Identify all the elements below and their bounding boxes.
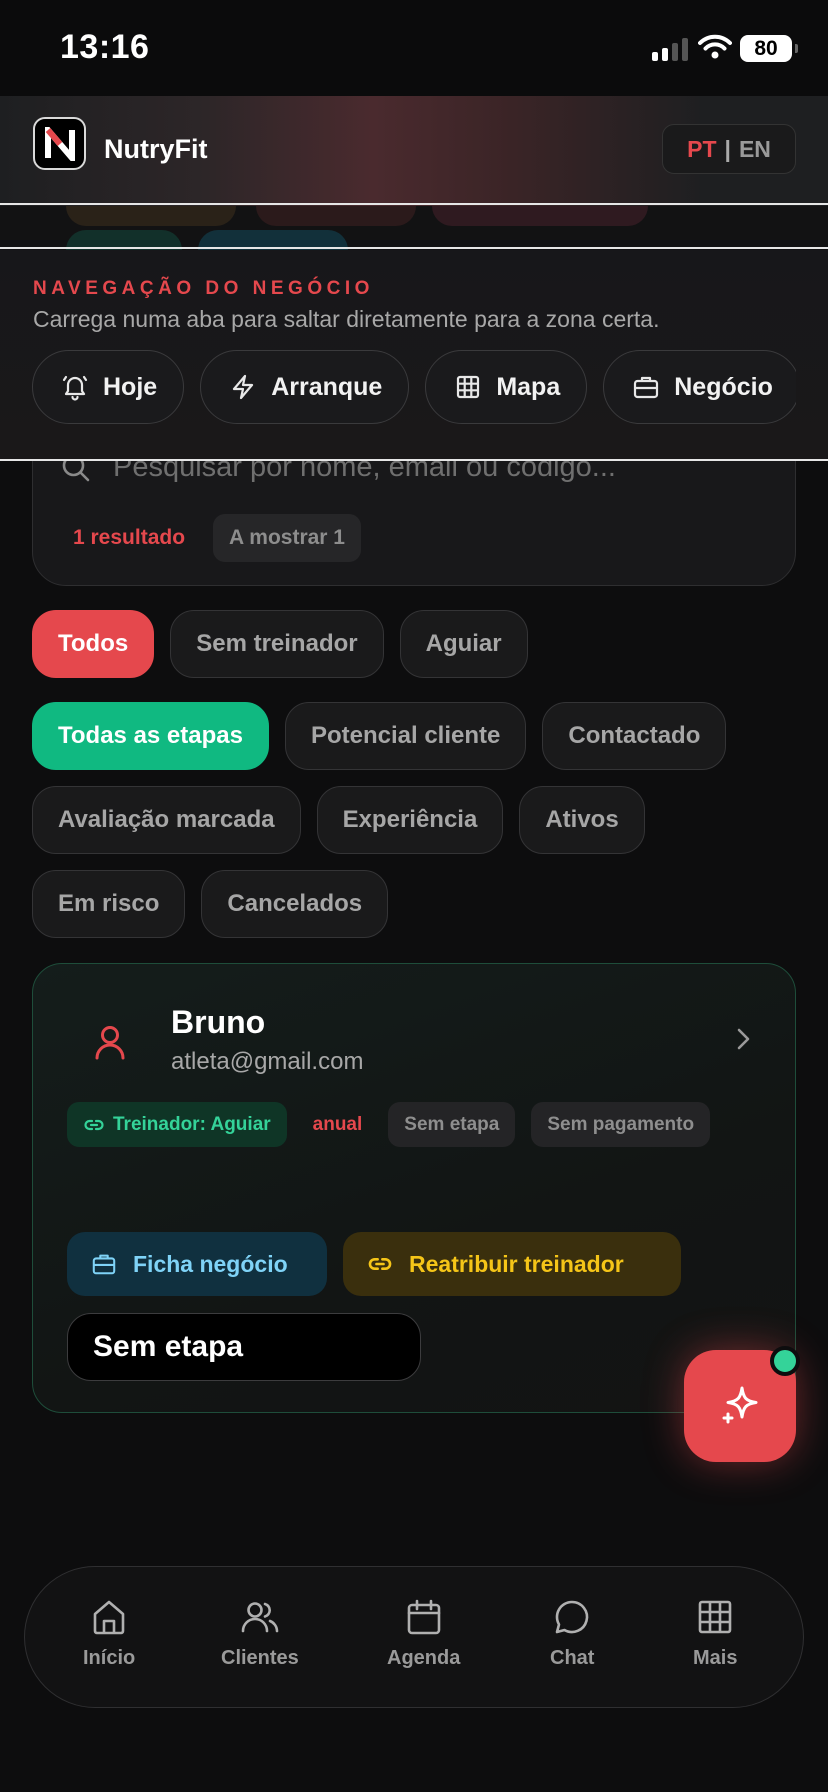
language-switcher[interactable]: PT | EN: [662, 124, 796, 174]
briefcase-icon: [634, 376, 659, 399]
client-email: atleta@gmail.com: [171, 1048, 364, 1075]
app-header: NutryFit PT | EN: [0, 96, 828, 206]
result-count: 1 resultado: [73, 526, 186, 549]
nav-clientes[interactable]: Clientes: [221, 1597, 299, 1670]
stage-avaliacao-marcada[interactable]: Avaliação marcada: [32, 786, 301, 854]
grid-icon: [698, 1600, 732, 1634]
peek-pill: [432, 206, 648, 226]
scrolled-content-peek: [0, 206, 828, 250]
business-nav-title: NAVEGAÇÃO DO NEGÓCIO: [33, 278, 374, 299]
stage-filter-row: Todas as etapas Potencial cliente Contac…: [32, 702, 727, 770]
calendar-icon: [407, 1599, 440, 1635]
stage-ativos[interactable]: Ativos: [519, 786, 645, 854]
business-navigation: NAVEGAÇÃO DO NEGÓCIO Carrega numa aba pa…: [0, 250, 828, 460]
business-nav-subtitle: Carrega numa aba para saltar diretamente…: [33, 306, 660, 332]
stage-todas-as-etapas[interactable]: Todas as etapas: [32, 702, 269, 770]
home-icon: [93, 1600, 125, 1635]
nav-label: Início: [83, 1647, 136, 1669]
bell-icon: [62, 375, 88, 401]
peek-pill: [256, 206, 416, 226]
grid-icon: [457, 375, 480, 399]
nav-mais[interactable]: Mais: [693, 1597, 737, 1670]
lang-en[interactable]: EN: [739, 136, 771, 163]
stage-potencial-cliente[interactable]: Potencial cliente: [284, 702, 527, 770]
nav-label: Agenda: [387, 1647, 461, 1669]
app-logo: [33, 117, 86, 170]
tab-negocio[interactable]: Negócio: [603, 350, 796, 424]
stage-em-risco[interactable]: Em risco: [32, 870, 186, 938]
reassign-trainer-label: Reatribuir treinador: [409, 1250, 624, 1277]
stage-tag: Sem etapa: [388, 1102, 516, 1147]
plan-tag: anual: [312, 1113, 363, 1135]
client-actions: Ficha negócio Reatribuir treinador: [67, 1232, 681, 1296]
client-tags: Treinador: Aguiar anual Sem etapa Sem pa…: [67, 1102, 767, 1147]
divider: [0, 459, 828, 461]
showing-count: A mostrar 1: [213, 514, 361, 562]
status-bar: 13:16 80: [0, 0, 828, 96]
divider: [0, 247, 828, 249]
stage-cancelados[interactable]: Cancelados: [201, 870, 389, 938]
bolt-icon: [233, 374, 254, 400]
link-icon: [84, 1119, 104, 1130]
divider: [0, 203, 828, 205]
client-name: Bruno: [171, 1004, 266, 1040]
tab-label: Mapa: [496, 372, 561, 401]
stage-filter-row: Avaliação marcada Experiência Ativos: [32, 786, 645, 854]
peek-pill: [66, 206, 236, 226]
tab-label: Arranque: [271, 372, 383, 401]
wifi-icon: [698, 34, 732, 59]
client-card[interactable]: Bruno atleta@gmail.com Treinador: Aguiar…: [32, 963, 796, 1413]
filter-aguiar[interactable]: Aguiar: [399, 610, 528, 678]
tab-label: Hoje: [103, 372, 158, 401]
notification-dot: [770, 1346, 800, 1376]
stage-contactado[interactable]: Contactado: [542, 702, 727, 770]
nav-inicio[interactable]: Início: [83, 1597, 135, 1670]
tab-hoje[interactable]: Hoje: [32, 350, 185, 424]
stage-filter-row: Em risco Cancelados: [32, 870, 389, 938]
logo-icon: [44, 126, 75, 161]
tab-label: Negócio: [674, 372, 773, 401]
signal-icon: [652, 38, 688, 61]
battery-indicator: 80: [740, 35, 798, 62]
trainer-tag: Treinador: Aguiar: [67, 1102, 287, 1147]
filter-sem-treinador[interactable]: Sem treinador: [170, 610, 384, 678]
trainer-filter-row: Todos Sem treinador Aguiar: [32, 610, 528, 678]
lang-separator: |: [724, 135, 731, 162]
nav-agenda[interactable]: Agenda: [387, 1597, 460, 1670]
filter-todos[interactable]: Todos: [32, 610, 155, 678]
business-nav-tabs: Hoje Arranque Mapa Negócio: [32, 350, 796, 426]
nav-chat[interactable]: Chat: [550, 1597, 594, 1670]
trainer-tag-label: Treinador: Aguiar: [113, 1113, 271, 1135]
chevron-right-icon[interactable]: [733, 1026, 753, 1052]
reassign-trainer-button[interactable]: Reatribuir treinador: [343, 1232, 681, 1296]
nav-label: Clientes: [221, 1647, 299, 1669]
chat-icon: [555, 1600, 589, 1634]
status-time: 13:16: [60, 28, 150, 66]
lang-pt[interactable]: PT: [687, 136, 716, 163]
users-icon: [241, 1602, 279, 1633]
business-file-button[interactable]: Ficha negócio: [67, 1232, 327, 1296]
tab-mapa[interactable]: Mapa: [425, 350, 588, 424]
stage-select[interactable]: Sem etapa: [67, 1313, 421, 1381]
payment-tag: Sem pagamento: [531, 1102, 711, 1147]
app-name: NutryFit: [104, 134, 208, 164]
stage-experiencia[interactable]: Experiência: [316, 786, 504, 854]
user-icon: [95, 1026, 125, 1060]
nav-label: Chat: [550, 1647, 595, 1669]
briefcase-icon: [92, 1254, 116, 1275]
tab-arranque[interactable]: Arranque: [200, 350, 410, 424]
nav-label: Mais: [693, 1647, 738, 1669]
sparkles-icon: [722, 1386, 758, 1424]
bottom-navigation: Início Clientes Agenda Chat Mais: [24, 1566, 804, 1708]
business-file-label: Ficha negócio: [133, 1250, 288, 1277]
link-icon: [368, 1257, 392, 1271]
